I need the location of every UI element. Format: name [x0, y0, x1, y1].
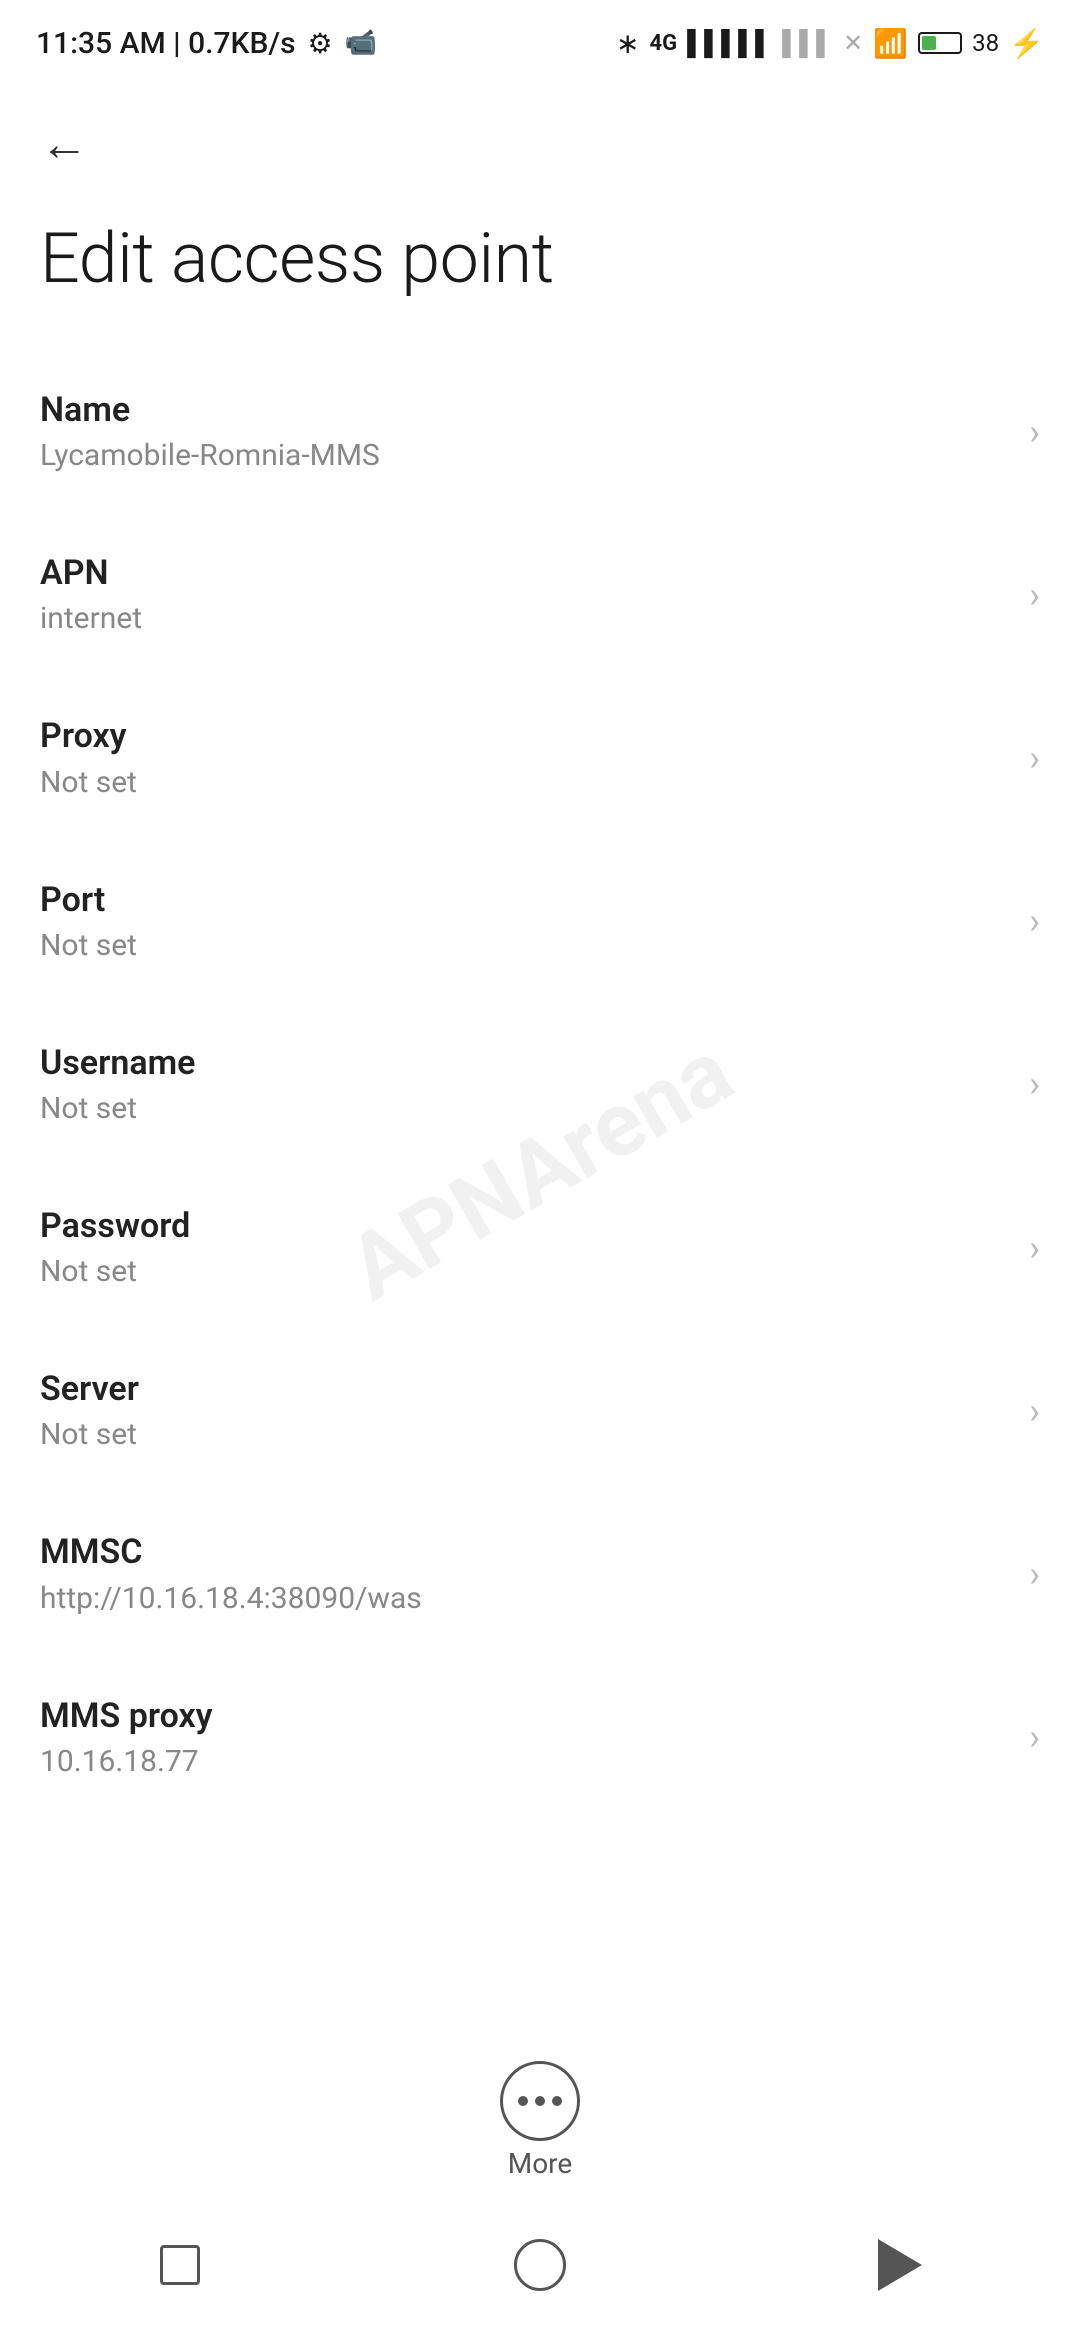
settings-value: http://10.16.18.4:38090/was — [40, 1579, 1009, 1618]
battery-percent: 38 — [972, 29, 999, 57]
settings-item-content: Password Not set — [40, 1204, 1009, 1291]
settings-label: MMS proxy — [40, 1694, 1009, 1738]
settings-value: Not set — [40, 763, 1009, 802]
settings-item-content: Server Not set — [40, 1367, 1009, 1454]
settings-item-username[interactable]: Username Not set › — [40, 1003, 1040, 1166]
back-arrow-icon: ← — [40, 115, 88, 172]
page-title: Edit access point — [0, 198, 1080, 350]
status-bar: 11:35 AM | 0.7KB/s ⚙ 📹 ∗ 4G ▌▌▌▌▌ ▌▌▌ ✕ … — [0, 0, 1080, 80]
settings-icon: ⚙ — [308, 27, 333, 60]
settings-label: Proxy — [40, 714, 1009, 758]
chevron-right-icon: › — [1029, 574, 1040, 616]
settings-label: Username — [40, 1041, 1009, 1085]
chevron-right-icon: › — [1029, 1553, 1040, 1595]
settings-value: 10.16.18.77 — [40, 1742, 1009, 1781]
settings-item-name[interactable]: Name Lycamobile-Romnia-MMS › — [40, 350, 1040, 513]
battery-fill — [922, 36, 936, 50]
wifi-icon: 📶 — [873, 27, 908, 60]
chevron-right-icon: › — [1029, 1390, 1040, 1432]
settings-item-mmsc[interactable]: MMSC http://10.16.18.4:38090/was › — [40, 1492, 1040, 1655]
toolbar: ← — [0, 80, 1080, 198]
more-button[interactable]: More — [500, 2061, 580, 2180]
back-icon — [878, 2239, 922, 2291]
back-button[interactable]: ← — [30, 110, 98, 178]
dot2 — [535, 2096, 545, 2106]
settings-list: Name Lycamobile-Romnia-MMS › APN interne… — [0, 350, 1080, 1819]
status-icons: ∗ 4G ▌▌▌▌▌ ▌▌▌ ✕ 📶 38 ⚡ — [616, 27, 1044, 60]
video-icon: 📹 — [345, 28, 377, 58]
no-signal-icon: ✕ — [843, 29, 863, 57]
nav-back-button[interactable] — [860, 2225, 940, 2305]
signal-bars2-icon: ▌▌▌ — [782, 29, 833, 58]
settings-value: Not set — [40, 1252, 1009, 1291]
nav-home-button[interactable] — [500, 2225, 580, 2305]
settings-label: APN — [40, 551, 1009, 595]
settings-item-content: Username Not set — [40, 1041, 1009, 1128]
chevron-right-icon: › — [1029, 1227, 1040, 1269]
settings-item-content: Proxy Not set — [40, 714, 1009, 801]
dot1 — [518, 2096, 528, 2106]
more-label: More — [508, 2147, 573, 2180]
settings-label: MMSC — [40, 1530, 1009, 1574]
settings-label: Port — [40, 878, 1009, 922]
chevron-right-icon: › — [1029, 737, 1040, 779]
chevron-right-icon: › — [1029, 1716, 1040, 1758]
settings-item-content: MMS proxy 10.16.18.77 — [40, 1694, 1009, 1781]
settings-item-port[interactable]: Port Not set › — [40, 840, 1040, 1003]
settings-item-password[interactable]: Password Not set › — [40, 1166, 1040, 1329]
settings-label: Name — [40, 388, 1009, 432]
settings-item-apn[interactable]: APN internet › — [40, 513, 1040, 676]
bluetooth-icon: ∗ — [616, 27, 639, 60]
chevron-right-icon: › — [1029, 900, 1040, 942]
more-circle-icon — [500, 2061, 580, 2141]
settings-item-content: Port Not set — [40, 878, 1009, 965]
more-dots — [518, 2096, 562, 2106]
navigation-bar — [0, 2210, 1080, 2340]
dot3 — [552, 2096, 562, 2106]
home-icon — [514, 2239, 566, 2291]
status-time: 11:35 AM | 0.7KB/s ⚙ 📹 — [36, 26, 377, 61]
settings-item-content: MMSC http://10.16.18.4:38090/was — [40, 1530, 1009, 1617]
signal-bars-icon: ▌▌▌▌▌ — [687, 29, 772, 58]
settings-label: Server — [40, 1367, 1009, 1411]
time-text: 11:35 AM | 0.7KB/s — [36, 26, 296, 61]
signal-4g-icon: 4G — [649, 31, 677, 56]
nav-recents-button[interactable] — [140, 2225, 220, 2305]
settings-label: Password — [40, 1204, 1009, 1248]
settings-value: Not set — [40, 1415, 1009, 1454]
chevron-right-icon: › — [1029, 1063, 1040, 1105]
settings-value: Not set — [40, 1089, 1009, 1128]
charging-icon: ⚡ — [1009, 27, 1044, 60]
settings-value: internet — [40, 599, 1009, 638]
settings-value: Not set — [40, 926, 1009, 965]
settings-item-server[interactable]: Server Not set › — [40, 1329, 1040, 1492]
chevron-right-icon: › — [1029, 411, 1040, 453]
settings-item-proxy[interactable]: Proxy Not set › — [40, 676, 1040, 839]
settings-item-content: Name Lycamobile-Romnia-MMS — [40, 388, 1009, 475]
settings-item-content: APN internet — [40, 551, 1009, 638]
settings-value: Lycamobile-Romnia-MMS — [40, 436, 1009, 475]
battery-icon — [918, 32, 962, 54]
recents-icon — [160, 2245, 200, 2285]
settings-item-mms-proxy[interactable]: MMS proxy 10.16.18.77 › — [40, 1656, 1040, 1819]
